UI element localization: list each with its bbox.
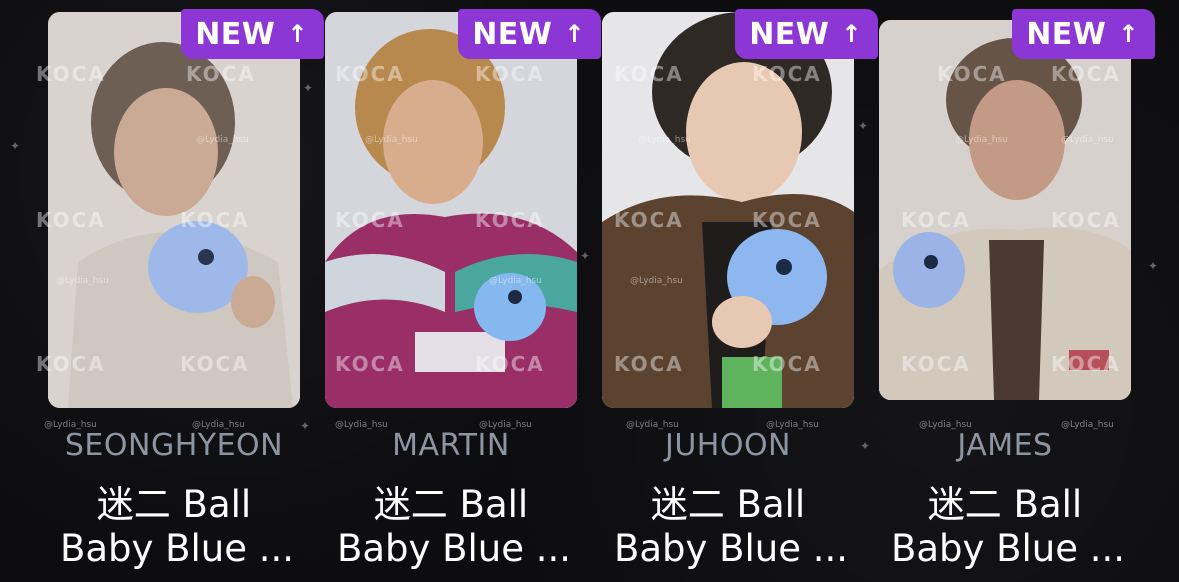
new-badge: NEW ↑ [181, 9, 324, 59]
watermark-handle: @Lydia_hsu [919, 420, 972, 430]
photocard-grid: ✦ ✦ ✦ ✦ ✦ ✦ ✦ NEW ↑ KOCA KOCA KOCA KOCA … [0, 0, 1179, 582]
photocard-juhoon[interactable]: NEW ↑ KOCA KOCA KOCA KOCA KOCA KOCA @Lyd… [602, 0, 878, 582]
new-badge-label: NEW [749, 16, 830, 52]
new-badge: NEW ↑ [1012, 9, 1155, 59]
watermark-handle: @Lydia_hsu [626, 420, 679, 430]
new-badge-label: NEW [472, 16, 553, 52]
card-title-line1: 迷二 Ball [96, 483, 252, 526]
arrow-up-icon: ↑ [841, 20, 862, 48]
watermark-handle: @Lydia_hsu [335, 420, 388, 430]
watermark-handle: @Lydia_hsu [192, 420, 245, 430]
member-photo[interactable] [48, 12, 300, 408]
new-badge-label: NEW [195, 16, 276, 52]
watermark-handle: @Lydia_hsu [955, 135, 1008, 145]
member-name: SEONGHYEON [64, 428, 284, 463]
card-title-line1: 迷二 Ball [650, 483, 806, 526]
member-photo[interactable] [602, 12, 854, 408]
watermark-handle: @Lydia_hsu [365, 135, 418, 145]
new-badge: NEW ↑ [735, 9, 878, 59]
card-title-line2: Baby Blue ... [613, 527, 849, 570]
watermark-handle: @Lydia_hsu [630, 276, 683, 286]
member-photo[interactable] [879, 20, 1131, 400]
member-name: JAMES [957, 428, 1053, 463]
watermark-handle: @Lydia_hsu [1061, 135, 1114, 145]
watermark-handle: @Lydia_hsu [44, 420, 97, 430]
watermark-handle: @Lydia_hsu [638, 135, 691, 145]
photocard-martin[interactable]: NEW ↑ KOCA KOCA KOCA KOCA KOCA KOCA @Lyd… [325, 0, 601, 582]
arrow-up-icon: ↑ [564, 20, 585, 48]
card-title-line1: 迷二 Ball [373, 483, 529, 526]
new-badge: NEW ↑ [458, 9, 601, 59]
watermark-handle: @Lydia_hsu [489, 276, 542, 286]
card-title-line1: 迷二 Ball [927, 483, 1083, 526]
card-title-line2: Baby Blue ... [890, 527, 1126, 570]
new-badge-label: NEW [1026, 16, 1107, 52]
member-name: JUHOON [664, 428, 792, 463]
member-photo[interactable] [325, 12, 577, 408]
watermark-handle: @Lydia_hsu [1061, 420, 1114, 430]
watermark-handle: @Lydia_hsu [766, 420, 819, 430]
sparkle-icon: ✦ [10, 139, 21, 153]
arrow-up-icon: ↑ [287, 20, 308, 48]
card-title-line2: Baby Blue ... [59, 527, 295, 570]
photocard-james[interactable]: NEW ↑ KOCA KOCA KOCA KOCA KOCA KOCA @Lyd… [879, 0, 1155, 582]
watermark-handle: @Lydia_hsu [479, 420, 532, 430]
card-title-line2: Baby Blue ... [336, 527, 572, 570]
watermark-handle: @Lydia_hsu [196, 135, 249, 145]
arrow-up-icon: ↑ [1118, 20, 1139, 48]
watermark-handle: @Lydia_hsu [56, 276, 109, 286]
member-name: MARTIN [392, 428, 510, 463]
photocard-seonghyeon[interactable]: NEW ↑ KOCA KOCA KOCA KOCA KOCA KOCA @Lyd… [36, 0, 324, 582]
